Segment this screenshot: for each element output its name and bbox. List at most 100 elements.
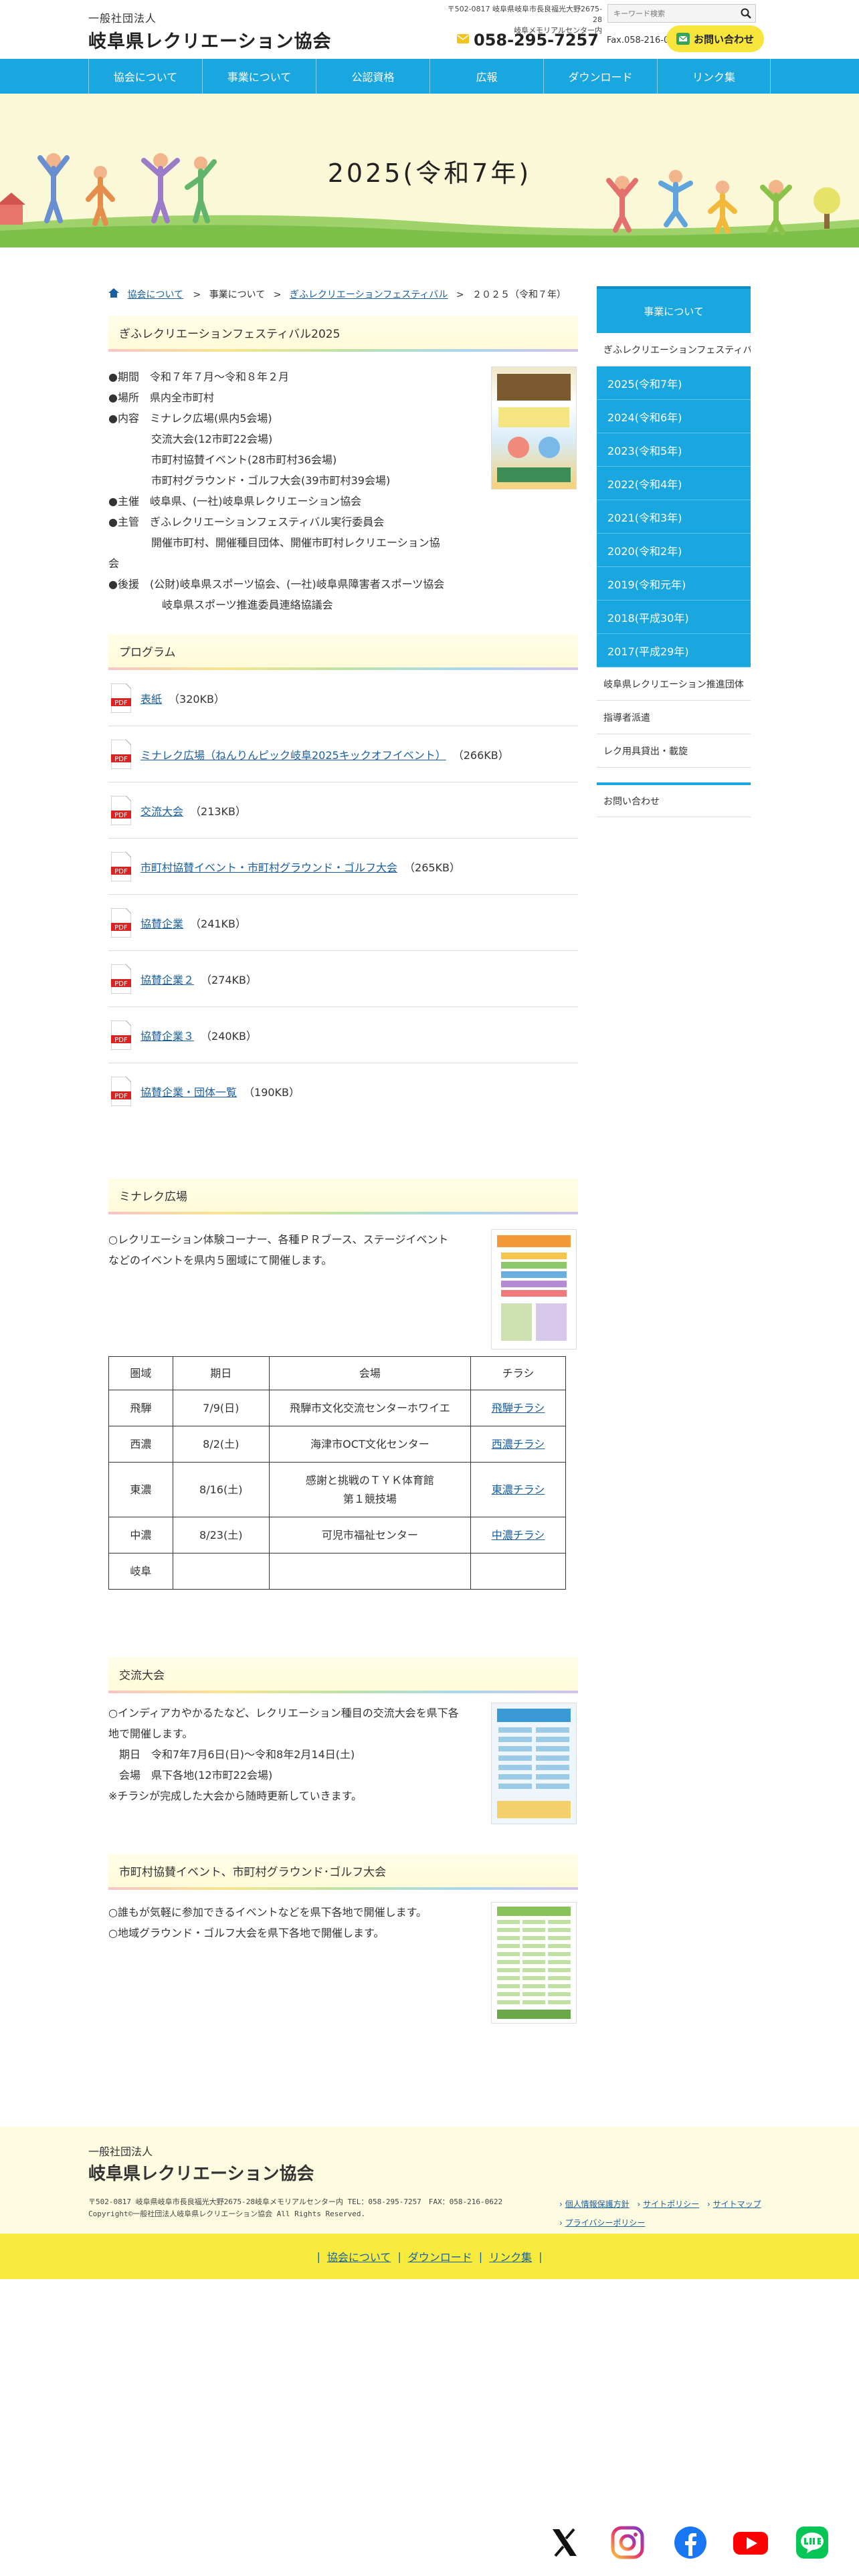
nav-about[interactable]: 協会について bbox=[88, 59, 202, 94]
sidebar-year-2024[interactable]: 2024(令和6年) bbox=[597, 400, 751, 433]
footer-link-sitemap[interactable]: サイトマップ bbox=[713, 2199, 761, 2209]
sidebar-year-2019[interactable]: 2019(令和元年) bbox=[597, 567, 751, 601]
footer-logo-title: 岐阜県レクリエーション協会 bbox=[88, 2164, 314, 2184]
footer-address-block: 〒502-0817 岐阜県岐阜市長良福光大野2675-28岐阜メモリアルセンター… bbox=[88, 2196, 530, 2220]
facebook-icon[interactable] bbox=[673, 2525, 708, 2560]
sidebar-year-2018[interactable]: 2018(平成30年) bbox=[597, 601, 751, 634]
pdf-label: PDF bbox=[114, 1037, 128, 1044]
program-size: （320KB） bbox=[169, 692, 225, 706]
nav-links[interactable]: リンク集 bbox=[657, 59, 771, 94]
line-icon[interactable] bbox=[795, 2525, 830, 2560]
minareku-info: ○レクリエーション体験コーナー、各種ＰＲブース、ステージイベント などのイベント… bbox=[108, 1229, 578, 1657]
page-title: 2025(令和7年) bbox=[327, 158, 532, 188]
program-link-minareku[interactable]: ミナレク広場（ねんりんピック岐阜2025キックオフイベント） bbox=[140, 746, 446, 762]
koryu-poster-image[interactable] bbox=[491, 1703, 577, 1824]
program-link-cover[interactable]: 表紙 bbox=[140, 690, 162, 706]
table-header-row: 圏域 期日 会場 チラシ bbox=[108, 1356, 566, 1390]
sidebar-item-contact[interactable]: お問い合わせ bbox=[597, 782, 751, 817]
program-size: （190KB） bbox=[244, 1086, 300, 1099]
minareku-heading: ミナレク広場 bbox=[108, 1178, 578, 1214]
breadcrumb-separator: > bbox=[273, 290, 282, 300]
footer-link-site-policy[interactable]: サイトポリシー bbox=[643, 2199, 699, 2209]
flyer-link-tono[interactable]: 東濃チラシ bbox=[492, 1483, 545, 1496]
festival-poster-image[interactable] bbox=[491, 366, 577, 490]
youtube-icon[interactable] bbox=[732, 2525, 768, 2560]
footer-bar-links[interactable]: リンク集 bbox=[489, 2248, 532, 2264]
footer-bar-download[interactable]: ダウンロード bbox=[408, 2248, 472, 2264]
sidebar-year-2023[interactable]: 2023(令和5年) bbox=[597, 433, 751, 467]
nav-business[interactable]: 事業について bbox=[202, 59, 316, 94]
minareku-poster-image[interactable] bbox=[491, 1229, 577, 1350]
sidebar-item-groups[interactable]: 岐阜県レクリエーション推進団体 bbox=[597, 667, 751, 701]
instagram-icon[interactable] bbox=[610, 2525, 645, 2560]
footer-link-bar: | 協会について | ダウンロード | リンク集 | bbox=[0, 2234, 859, 2279]
table-cell: 海津市OCT文化センター bbox=[268, 1426, 472, 1463]
pdf-label: PDF bbox=[114, 756, 128, 763]
sidebar-item-rental[interactable]: レク用具貸出・載旋 bbox=[597, 734, 751, 768]
sidebar-item-dispatch[interactable]: 指導者派遣 bbox=[597, 701, 751, 734]
nav-certification[interactable]: 公認資格 bbox=[316, 59, 430, 94]
koryu-info: ○インディアカやかるたなど、レクリエーション種目の交流大会を県下各 地で開催しま… bbox=[108, 1703, 578, 1854]
sidebar-year-2017[interactable]: 2017(平成29年) bbox=[597, 634, 751, 667]
pdf-label: PDF bbox=[114, 868, 128, 875]
search-box bbox=[607, 4, 756, 23]
program-item: PDF 協賛企業２ （274KB） bbox=[108, 951, 578, 1007]
breadcrumb-about[interactable]: 協会について bbox=[127, 290, 183, 300]
program-link-sponsor1[interactable]: 協賛企業 bbox=[140, 915, 183, 931]
festival-line: ●主催 岐阜県、(一社)岐阜県レクリエーション協会 bbox=[108, 495, 362, 508]
table-row: 中濃 8/23(土) 可児市福祉センター 中濃チラシ bbox=[108, 1517, 566, 1553]
main-content: ぎふレクリエーションフェスティバル2025 ●期間 令和７年７月〜令和８年２月 … bbox=[108, 316, 578, 2029]
table-cell: 東濃 bbox=[108, 1462, 173, 1517]
table-cell: 飛騨チラシ bbox=[470, 1390, 566, 1426]
table-cell: 感謝と挑戦のＴＹＫ体育館 第１競技場 bbox=[268, 1462, 472, 1517]
footer-logo[interactable]: 一般社団法人 岐阜県レクリエーション協会 bbox=[88, 2143, 314, 2185]
breadcrumb-separator: > bbox=[456, 290, 464, 300]
minareku-table: 圏域 期日 会場 チラシ 飛騨 7/9(日) 飛騨市文化交流センターホワイエ 飛… bbox=[108, 1356, 566, 1590]
bar-separator: | bbox=[478, 2250, 483, 2263]
program-item: PDF 表紙 （320KB） bbox=[108, 670, 578, 726]
pdf-icon: PDF bbox=[110, 1076, 132, 1107]
x-icon[interactable] bbox=[547, 2525, 582, 2560]
footer-bar-about[interactable]: 協会について bbox=[327, 2248, 391, 2264]
program-link-sponsor-list[interactable]: 協賛企業・団体一覧 bbox=[140, 1083, 237, 1099]
search-icon[interactable] bbox=[737, 5, 755, 22]
festival-line: 岐阜県スポーツ推進委員連絡協議会 bbox=[108, 599, 333, 611]
program-link-sponsor3[interactable]: 協賛企業３ bbox=[140, 1027, 194, 1043]
site-logo[interactable]: 一般社団法人 岐阜県レクリエーション協会 bbox=[88, 9, 331, 53]
nav-pr[interactable]: 広報 bbox=[430, 59, 543, 94]
table-cell: 飛騨 bbox=[108, 1390, 173, 1426]
nav-download[interactable]: ダウンロード bbox=[543, 59, 657, 94]
pdf-icon: PDF bbox=[110, 907, 132, 938]
shichoson-poster-image[interactable] bbox=[491, 1902, 577, 2024]
program-item: PDF ミナレク広場（ねんりんピック岐阜2025キックオフイベント） （266KB… bbox=[108, 726, 578, 782]
footer-link-privacy-policy[interactable]: プライバシーポリシー bbox=[565, 2218, 646, 2228]
festival-line: ●後援 (公財)岐阜県スポーツ協会、(一社)岐阜県障害者スポーツ協会 bbox=[108, 578, 445, 591]
flyer-link-hida[interactable]: 飛騨チラシ bbox=[492, 1402, 545, 1414]
pdf-icon: PDF bbox=[110, 1020, 132, 1050]
sidebar-year-2021[interactable]: 2021(令和3年) bbox=[597, 500, 751, 534]
breadcrumb-business: 事業について bbox=[209, 290, 266, 300]
flyer-link-seino[interactable]: 西濃チラシ bbox=[492, 1438, 545, 1451]
footer-copyright: Copyright©一般社団法人岐阜県レクリエーション協会 All Rights… bbox=[88, 2210, 366, 2218]
program-item: PDF 市町村協賛イベント・市町村グラウンド・ゴルフ大会 （265KB） bbox=[108, 839, 578, 895]
sidebar-year-2020[interactable]: 2020(令和2年) bbox=[597, 534, 751, 567]
sidebar-heading[interactable]: 事業について bbox=[597, 286, 751, 333]
breadcrumb-festival[interactable]: ぎふレクリエーションフェスティバル bbox=[290, 290, 448, 300]
footer-link-privacy[interactable]: 個人情報保護方針 bbox=[565, 2199, 630, 2209]
table-cell: 岐阜 bbox=[108, 1553, 173, 1590]
table-row: 東濃 8/16(土) 感謝と挑戦のＴＹＫ体育館 第１競技場 東濃チラシ bbox=[108, 1462, 566, 1517]
contact-button[interactable]: お問い合わせ bbox=[666, 25, 764, 52]
program-link-koryu[interactable]: 交流大会 bbox=[140, 802, 183, 819]
phone-number[interactable]: 058-295-7257 bbox=[474, 31, 599, 49]
search-input[interactable] bbox=[608, 5, 737, 22]
phone-info: 058-295-7257 Fax.058-216-0622 bbox=[456, 31, 686, 49]
program-link-shichoson[interactable]: 市町村協賛イベント・市町村グラウンド・ゴルフ大会 bbox=[140, 859, 397, 875]
sidebar-item-festival[interactable]: ぎふレクリエーションフェスティバ bbox=[597, 333, 751, 366]
program-item: PDF 協賛企業 （241KB） bbox=[108, 895, 578, 951]
program-link-sponsor2[interactable]: 協賛企業２ bbox=[140, 971, 194, 987]
home-icon bbox=[108, 288, 122, 300]
pdf-icon: PDF bbox=[110, 683, 132, 713]
flyer-link-chuno[interactable]: 中濃チラシ bbox=[492, 1529, 545, 1541]
sidebar-year-2025[interactable]: 2025(令和7年) bbox=[597, 366, 751, 400]
sidebar-year-2022[interactable]: 2022(令和4年) bbox=[597, 467, 751, 500]
